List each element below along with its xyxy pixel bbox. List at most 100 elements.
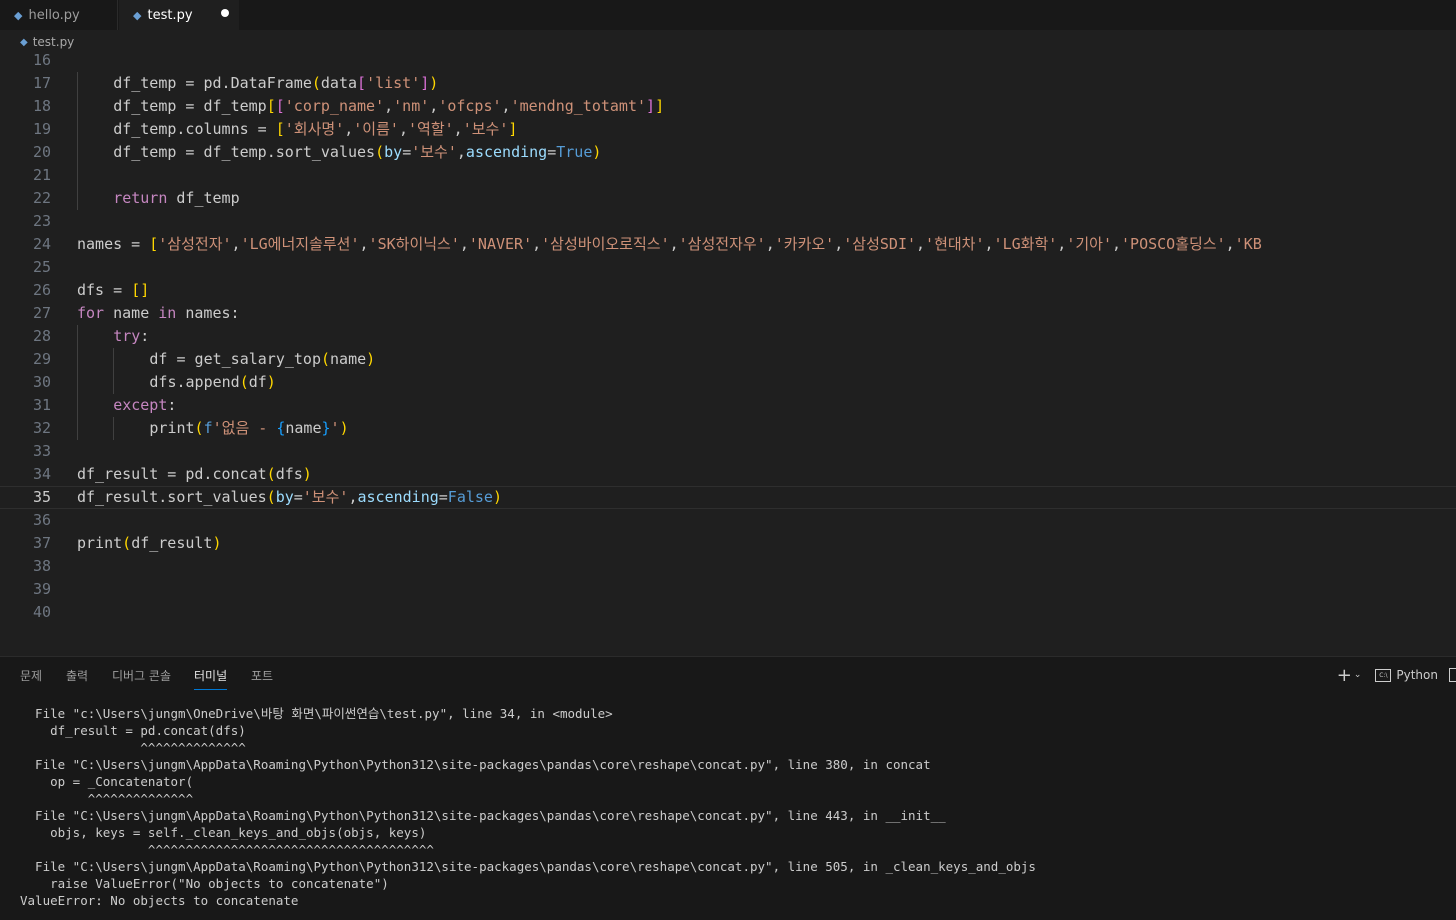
terminal-line: File "C:\Users\jungm\AppData\Roaming\Pyt… xyxy=(20,808,946,823)
code-token: '보수' xyxy=(462,120,509,138)
code-token: , xyxy=(1225,235,1235,253)
code-line[interactable]: 22 return df_temp xyxy=(0,187,1456,210)
code-line[interactable]: 25 xyxy=(0,256,1456,279)
code-line[interactable]: 29 df = get_salary_top(name) xyxy=(0,348,1456,371)
code-token: '삼성SDI' xyxy=(843,235,917,253)
code-token: , xyxy=(453,120,463,138)
code-line[interactable]: 35 df_result.sort_values(by='보수',ascendin… xyxy=(0,486,1456,509)
terminal-line: op = _Concatenator( xyxy=(20,774,194,789)
tab-hello-py[interactable]: ◆ hello.py xyxy=(0,0,118,30)
terminal-line: File "c:\Users\jungm\OneDrive\바탕 화면\파이썬연… xyxy=(20,706,613,721)
code-token: 'SK하이닉스' xyxy=(368,235,460,253)
code-line[interactable]: 24 names = ['삼성전자','LG에너지솔루션','SK하이닉스','N… xyxy=(0,233,1456,256)
code-line[interactable]: 17 df_temp = pd.DataFrame(data['list']) xyxy=(0,72,1456,95)
code-token: ) xyxy=(492,488,502,506)
code-token: '보수' xyxy=(411,143,457,161)
code-token: , xyxy=(384,97,394,115)
code-line[interactable]: 33 xyxy=(0,440,1456,463)
code-text: dfs = [] xyxy=(77,279,149,302)
indent-guide xyxy=(77,95,78,118)
new-terminal-icon[interactable]: + xyxy=(1337,665,1352,686)
code-token: , xyxy=(669,235,679,253)
code-line[interactable]: 19 df_temp.columns = ['회사명','이름','역할','보수… xyxy=(0,118,1456,141)
code-token: by xyxy=(275,488,294,506)
line-number: 36 xyxy=(32,511,51,529)
line-number: 31 xyxy=(32,396,51,414)
indent-guide xyxy=(77,164,78,187)
code-line[interactable]: 16 xyxy=(0,54,1456,72)
indent-guide xyxy=(113,417,115,440)
code-text: try: xyxy=(113,325,149,348)
code-token: , xyxy=(429,97,439,115)
code-token: ' xyxy=(330,419,340,437)
code-token: '삼성전자우' xyxy=(678,235,766,253)
code-line[interactable]: 31 except: xyxy=(0,394,1456,417)
tab-problems[interactable]: 문제 xyxy=(20,667,42,684)
code-token: 'corp_name' xyxy=(284,97,385,115)
breadcrumb-file[interactable]: test.py xyxy=(33,35,75,49)
code-token: , xyxy=(456,143,466,161)
code-token: df xyxy=(248,373,267,391)
code-line[interactable]: 40 xyxy=(0,601,1456,624)
tab-terminal[interactable]: 터미널 xyxy=(194,667,228,690)
terminal-line: objs, keys = self._clean_keys_and_objs(o… xyxy=(20,825,427,840)
code-token: , xyxy=(459,235,469,253)
line-number: 34 xyxy=(32,465,51,483)
tab-ports[interactable]: 포트 xyxy=(251,667,273,684)
code-token: names: xyxy=(176,304,240,322)
code-token: ) xyxy=(366,350,376,368)
code-line[interactable]: 18 df_temp = df_temp[['corp_name','nm','o… xyxy=(0,95,1456,118)
code-token: dfs = xyxy=(77,281,132,299)
code-token: '역할' xyxy=(407,120,454,138)
line-number: 35 xyxy=(32,488,51,506)
code-token: , xyxy=(1111,235,1122,253)
indent-guide xyxy=(77,72,78,95)
tab-test-py[interactable]: ◆ test.py xyxy=(119,0,239,30)
code-line[interactable]: 34 df_result = pd.concat(dfs) xyxy=(0,463,1456,486)
code-line[interactable]: 26 dfs = [] xyxy=(0,279,1456,302)
code-line[interactable]: 23 xyxy=(0,210,1456,233)
code-token: ] xyxy=(646,97,656,115)
code-line[interactable]: 36 xyxy=(0,509,1456,532)
terminal-line: ^^^^^^^^^^^^^^^^^^^^^^^^^^^^^^^^^^^^^^ xyxy=(20,842,434,857)
line-number: 28 xyxy=(32,327,51,345)
code-line[interactable]: 32 print(f'없음 - {name}') xyxy=(0,417,1456,440)
code-line[interactable]: 27 for name in names: xyxy=(0,302,1456,325)
line-number: 38 xyxy=(32,557,51,575)
code-line[interactable]: 37 print(df_result) xyxy=(0,532,1456,555)
code-token: 'ofcps' xyxy=(438,97,502,115)
terminal-name[interactable]: Python xyxy=(1396,668,1438,682)
line-number: 29 xyxy=(32,350,51,368)
chevron-down-icon[interactable]: ⌄ xyxy=(1354,670,1362,680)
indent-guide xyxy=(77,118,78,141)
line-number: 30 xyxy=(32,373,51,391)
code-line[interactable]: 20 df_temp = df_temp.sort_values(by='보수',… xyxy=(0,141,1456,164)
code-token: , xyxy=(501,97,511,115)
code-line[interactable]: 38 xyxy=(0,555,1456,578)
panel-actions: + ⌄ C:\ Python xyxy=(1337,665,1456,686)
code-token: ascending xyxy=(357,488,439,506)
code-line[interactable]: 28 try: xyxy=(0,325,1456,348)
code-line[interactable]: 30 dfs.append(df) xyxy=(0,371,1456,394)
tab-output[interactable]: 출력 xyxy=(66,667,88,684)
terminal-line: ValueError: No objects to concatenate xyxy=(20,893,299,908)
code-token: , xyxy=(984,235,994,253)
tab-debug-console[interactable]: 디버그 콘솔 xyxy=(112,667,171,684)
code-token: ( xyxy=(375,143,385,161)
code-token: df = get_salary_top xyxy=(149,350,321,368)
code-token: ) xyxy=(212,534,222,552)
code-line[interactable]: 21 xyxy=(0,164,1456,187)
code-token: [ xyxy=(149,235,159,253)
code-editor[interactable]: 16 17 df_temp = pd.DataFrame(data['list'])… xyxy=(0,54,1456,656)
terminal-output[interactable]: File "c:\Users\jungm\OneDrive\바탕 화면\파이썬연… xyxy=(20,705,1440,909)
split-terminal-icon[interactable] xyxy=(1449,668,1456,682)
code-token: for xyxy=(77,304,105,322)
code-line[interactable]: 39 xyxy=(0,578,1456,601)
indent-guide xyxy=(77,325,78,348)
unsaved-dot-icon[interactable] xyxy=(221,9,229,17)
code-token: ] xyxy=(508,120,518,138)
code-token: by xyxy=(384,143,403,161)
line-number: 22 xyxy=(32,189,51,207)
code-token: ] xyxy=(420,74,430,92)
code-token: 'nm' xyxy=(393,97,430,115)
